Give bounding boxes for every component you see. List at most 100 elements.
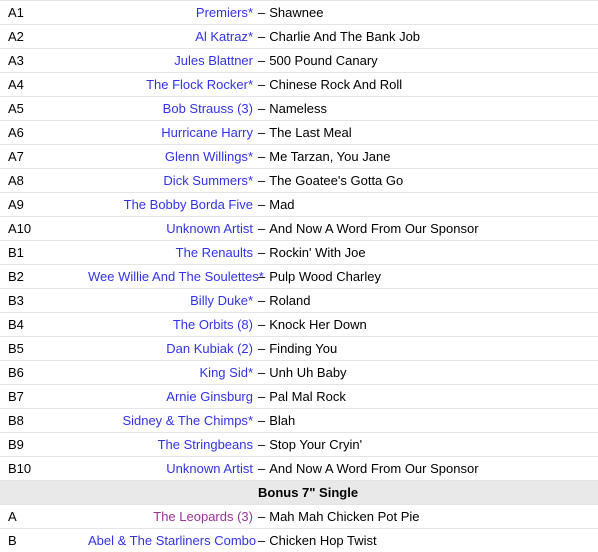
track-title: Mah Mah Chicken Pot Pie [269,505,598,528]
track-artist-container: Arnie Ginsburg [88,385,253,408]
tracklist-body: A1Premiers*–ShawneeA2Al Katraz*–Charlie … [0,1,598,552]
artist-link[interactable]: The Stringbeans [158,437,253,452]
artist-title-separator: – [253,193,269,216]
track-artist-container: The Bobby Borda Five [88,193,253,216]
artist-title-separator: – [253,433,269,456]
artist-title-separator: – [253,385,269,408]
artist-link[interactable]: Glenn Willings [165,149,248,164]
artist-link[interactable]: Jules Blattner [174,53,253,68]
artist-link[interactable]: Arnie Ginsburg [166,389,253,404]
track-title: And Now A Word From Our Sponsor [269,217,598,240]
artist-link[interactable]: Hurricane Harry [161,125,253,140]
artist-title-separator: – [253,49,269,72]
artist-link[interactable]: Dick Summers [163,173,248,188]
table-row: B7Arnie Ginsburg–Pal Mal Rock [0,385,598,409]
track-position: A8 [0,169,88,193]
artist-link[interactable]: Unknown Artist [166,221,253,236]
table-row: B1The Renaults–Rockin' With Joe [0,241,598,265]
section-heading-label: Bonus 7" Single [253,481,598,504]
artist-title-separator: – [253,409,269,432]
track-position [0,481,88,505]
artist-link[interactable]: The Renaults [176,245,253,260]
track-title: Mad [269,193,598,216]
track-entry: King Sid*–Unh Uh Baby [88,361,598,385]
artist-link[interactable]: Dan Kubiak (2) [166,341,253,356]
artist-link[interactable]: Sidney & The Chimps [122,413,248,428]
artist-title-separator: – [253,241,269,264]
artist-link[interactable]: The Leopards (3) [153,509,253,524]
track-position: A2 [0,25,88,49]
table-row: A1Premiers*–Shawnee [0,1,598,25]
artist-title-separator: – [253,505,269,528]
track-entry: Abel & The Starliners Combo–Chicken Hop … [88,529,598,552]
track-entry: The Renaults–Rockin' With Joe [88,241,598,265]
track-position: B6 [0,361,88,385]
table-row: A6 Hurricane Harry–The Last Meal [0,121,598,145]
artist-title-separator: – [253,1,269,24]
track-title: Me Tarzan, You Jane [269,145,598,168]
table-row: A9The Bobby Borda Five–Mad [0,193,598,217]
track-position: A4 [0,73,88,97]
track-entry: The Bobby Borda Five–Mad [88,193,598,217]
artist-title-separator: – [253,145,269,168]
track-title: Blah [269,409,598,432]
track-title: The Last Meal [269,121,598,144]
track-entry: Dick Summers*–The Goatee's Gotta Go [88,169,598,193]
artist-link[interactable]: Abel & The Starliners Combo [88,533,256,548]
artist-title-separator: – [253,97,269,120]
artist-link[interactable]: Premiers [196,5,248,20]
tracklist-table: A1Premiers*–ShawneeA2Al Katraz*–Charlie … [0,0,598,552]
track-entry: The Orbits (8)–Knock Her Down [88,313,598,337]
table-row: B2Wee Willie And The Soulettes*–Pulp Woo… [0,265,598,289]
table-row: A3Jules Blattner–500 Pound Canary [0,49,598,73]
track-artist-container: Sidney & The Chimps* [88,409,253,432]
table-row: B6King Sid*–Unh Uh Baby [0,361,598,385]
table-row: A5Bob Strauss (3)–Nameless [0,97,598,121]
artist-title-separator: – [253,217,269,240]
track-title: Roland [269,289,598,312]
table-row: B4The Orbits (8)–Knock Her Down [0,313,598,337]
track-artist-container: The Flock Rocker* [88,73,253,96]
track-entry: Premiers*–Shawnee [88,1,598,25]
artist-title-separator: – [253,169,269,192]
track-entry: Al Katraz*–Charlie And The Bank Job [88,25,598,49]
table-row: A2Al Katraz*–Charlie And The Bank Job [0,25,598,49]
track-entry: The Stringbeans–Stop Your Cryin' [88,433,598,457]
track-position: A6 [0,121,88,145]
track-position: A7 [0,145,88,169]
artist-link[interactable]: King Sid [200,365,248,380]
track-artist-container: Bob Strauss (3) [88,97,253,120]
artist-link[interactable]: Wee Willie And The Soulettes [88,269,259,284]
track-artist-container: Unknown Artist [88,457,253,480]
artist-link[interactable]: The Bobby Borda Five [124,197,253,212]
artist-link[interactable]: The Flock Rocker [146,77,248,92]
artist-title-separator: – [253,121,269,144]
track-title: Pulp Wood Charley [269,265,598,288]
artist-link[interactable]: Billy Duke [190,293,248,308]
artist-link[interactable]: Al Katraz [195,29,248,44]
track-title: Charlie And The Bank Job [269,25,598,48]
track-entry: Jules Blattner–500 Pound Canary [88,49,598,73]
track-artist-container: Unknown Artist [88,217,253,240]
track-entry: Dan Kubiak (2)–Finding You [88,337,598,361]
track-entry: Unknown Artist–And Now A Word From Our S… [88,457,598,481]
table-row: A8Dick Summers*–The Goatee's Gotta Go [0,169,598,193]
track-entry: Wee Willie And The Soulettes*–Pulp Wood … [88,265,598,289]
track-position: B10 [0,457,88,481]
track-title: Pal Mal Rock [269,385,598,408]
track-entry: Sidney & The Chimps*–Blah [88,409,598,433]
artist-title-separator: – [253,25,269,48]
artist-link[interactable]: The Orbits (8) [173,317,253,332]
track-position: A5 [0,97,88,121]
track-entry: Billy Duke*–Roland [88,289,598,313]
track-title: Knock Her Down [269,313,598,336]
table-row: B8Sidney & The Chimps*–Blah [0,409,598,433]
artist-title-separator: – [253,337,269,360]
artist-link[interactable]: Unknown Artist [166,461,253,476]
table-row: B5Dan Kubiak (2)–Finding You [0,337,598,361]
table-row: BAbel & The Starliners Combo–Chicken Hop… [0,529,598,552]
track-artist-container: Hurricane Harry [88,121,253,144]
artist-link[interactable]: Bob Strauss (3) [163,101,253,116]
track-position: B2 [0,265,88,289]
track-position: A3 [0,49,88,73]
